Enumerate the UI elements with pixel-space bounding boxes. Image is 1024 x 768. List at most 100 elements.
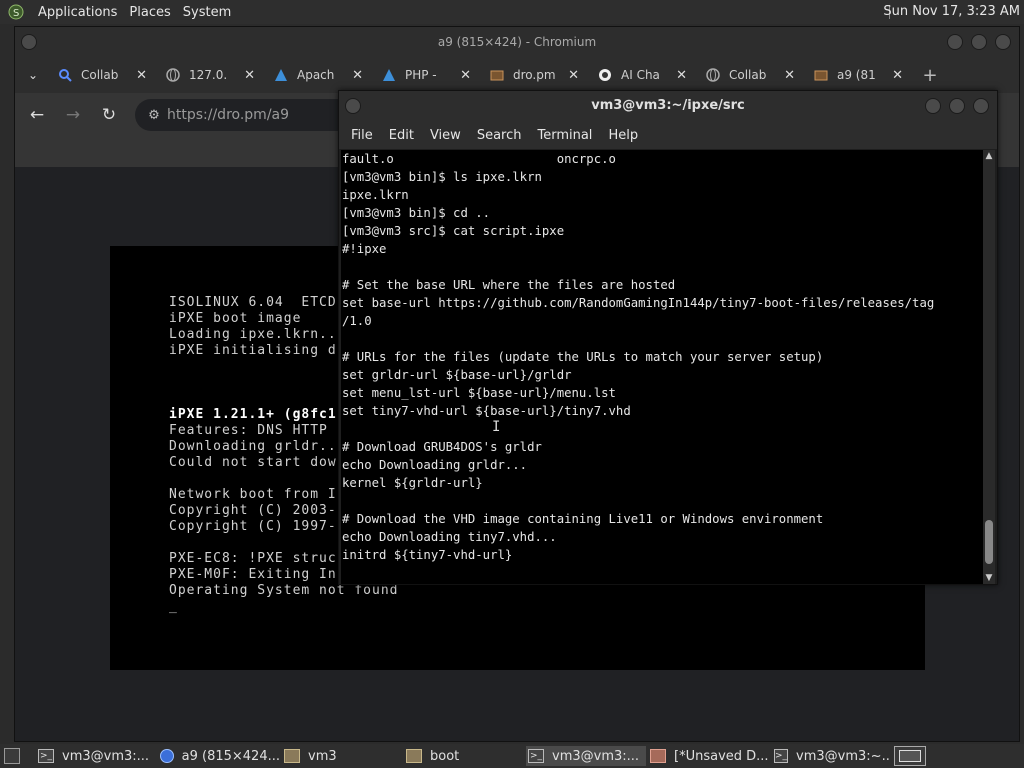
tab-8[interactable]: a9 (81 ✕ [807,61,915,89]
taskbar-item-label: a9 (815×424... [181,748,280,764]
tab-label: Apach [297,68,335,82]
terminal-icon: >_ [38,749,54,763]
tab-close-icon[interactable]: ✕ [892,68,903,83]
terminal-line: # Download the VHD image containing Live… [342,512,824,526]
tab-search-chevron-icon[interactable]: ⌄ [15,68,51,82]
boot-line: Loading ipxe.lkrn.. [169,327,337,342]
tab-label: a9 (81 [837,68,876,82]
taskbar-item-label: vm3@vm3:... [552,748,640,764]
workspace-switcher[interactable] [894,746,926,766]
openai-icon [597,67,613,83]
minimize-button[interactable] [947,34,963,50]
places-menu[interactable]: Places [123,5,176,20]
terminal-line: # URLs for the files (update the URLs to… [342,350,824,364]
text-editor-icon [650,749,666,763]
terminal-line: set menu_lst-url ${base-url}/menu.lst [342,386,616,400]
applications-menu[interactable]: Applications [32,5,123,20]
close-button[interactable] [995,34,1011,50]
tab-close-icon[interactable]: ✕ [568,68,579,83]
terminal-window-title: vm3@vm3:~/ipxe/src [591,98,745,113]
menu-edit[interactable]: Edit [381,128,422,143]
terminal-line: # Set the base URL where the files are h… [342,278,676,292]
top-panel: S Applications Places System Sun Nov 17,… [0,0,1024,24]
minimize-button[interactable] [925,98,941,114]
chromium-titlebar[interactable]: a9 (815×424) - Chromium [15,27,1019,57]
tab-label: PHP - [405,68,437,82]
boot-line: PXE-M0F: Exiting In [169,567,337,582]
tab-4[interactable]: PHP - ✕ [375,61,483,89]
tab-label: Collab [729,68,767,82]
tab-close-icon[interactable]: ✕ [352,68,363,83]
text-cursor-ibeam-icon: I [492,419,500,435]
reload-icon[interactable]: ↻ [91,97,127,133]
terminal-line: set tiny7-vhd-url ${base-url}/tiny7.vhd [342,404,631,418]
globe-icon [165,67,181,83]
menu-file[interactable]: File [343,128,381,143]
scroll-down-icon[interactable]: ▼ [983,572,995,584]
boot-line: Features: DNS HTTP [169,423,328,438]
site-info-icon[interactable]: ⚙ [141,108,167,123]
terminal-line: kernel ${grldr-url} [342,476,483,490]
tab-close-icon[interactable]: ✕ [676,68,687,83]
window-menu-button[interactable] [21,34,37,50]
terminal-output[interactable]: fault.o oncrpc.o [vm3@vm3 bin]$ ls ipxe.l… [341,150,983,584]
svg-text:S: S [13,8,19,19]
show-desktop-button[interactable] [4,748,20,764]
tab-7[interactable]: Collab ✕ [699,61,807,89]
taskbar-item[interactable]: boot [406,746,524,766]
search-icon [57,67,73,83]
boot-line: iPXE initialising d [169,343,337,358]
menu-help[interactable]: Help [600,128,646,143]
tab-label: Collab [81,68,119,82]
terminal-titlebar[interactable]: vm3@vm3:~/ipxe/src [339,91,997,121]
terminal-line: echo Downloading grldr... [342,458,528,472]
taskbar-item-label: vm3@vm3:~... [796,748,890,764]
window-menu-button[interactable] [345,98,361,114]
tab-2[interactable]: 127.0. ✕ [159,61,267,89]
taskbar-item[interactable]: >_ vm3@vm3:... [526,746,646,766]
tab-1[interactable]: Collab ✕ [51,61,159,89]
boot-line: PXE-EC8: !PXE struc [169,551,337,566]
menu-search[interactable]: Search [469,128,530,143]
tab-close-icon[interactable]: ✕ [244,68,255,83]
menu-view[interactable]: View [422,128,469,143]
tab-label: dro.pm [513,68,556,82]
taskbar-item[interactable]: vm3 [284,746,402,766]
taskbar-item-label: [*Unsaved D... [674,748,769,764]
tab-5[interactable]: dro.pm ✕ [483,61,591,89]
back-arrow-icon[interactable]: ← [19,97,55,133]
scroll-up-icon[interactable]: ▲ [983,150,995,162]
taskbar-item[interactable]: [*Unsaved D... [650,746,770,766]
taskbar-item[interactable]: a9 (815×424... [160,746,280,766]
taskbar-item-label: vm3 [308,748,337,764]
terminal-line: [vm3@vm3 src]$ cat script.ipxe [342,224,565,238]
terminal-line: set base-url https://github.com/RandomGa… [342,296,935,310]
clock[interactable]: Sun Nov 17, 3:23 AM [883,4,1020,19]
close-button[interactable] [973,98,989,114]
boot-line: Could not start dow [169,455,337,470]
forward-arrow-icon[interactable]: → [55,97,91,133]
maximize-button[interactable] [971,34,987,50]
boot-cursor: _ [169,599,178,614]
distro-logo-icon[interactable]: S [6,2,26,22]
tab-close-icon[interactable]: ✕ [136,68,147,83]
tab-label: AI Cha [621,68,660,82]
taskbar-item[interactable]: >_ vm3@vm3:... [38,746,158,766]
url-text: https://dro.pm/a9 [167,107,290,123]
terminal-window: vm3@vm3:~/ipxe/src File Edit View Search… [338,90,998,585]
menu-terminal[interactable]: Terminal [529,128,600,143]
taskbar-item[interactable]: >_ vm3@vm3:~... [774,746,890,766]
scrollbar-thumb[interactable] [985,520,993,564]
terminal-line: ipxe.lkrn [342,188,409,202]
maximize-button[interactable] [949,98,965,114]
new-tab-plus-icon[interactable]: + [915,65,945,86]
tab-close-icon[interactable]: ✕ [460,68,471,83]
tab-6[interactable]: AI Cha ✕ [591,61,699,89]
tab-close-icon[interactable]: ✕ [784,68,795,83]
terminal-scrollbar[interactable]: ▲ ▼ [983,150,995,584]
system-menu[interactable]: System [177,5,237,20]
taskbar-item-label: vm3@vm3:... [62,748,150,764]
tab-3[interactable]: Apach ✕ [267,61,375,89]
